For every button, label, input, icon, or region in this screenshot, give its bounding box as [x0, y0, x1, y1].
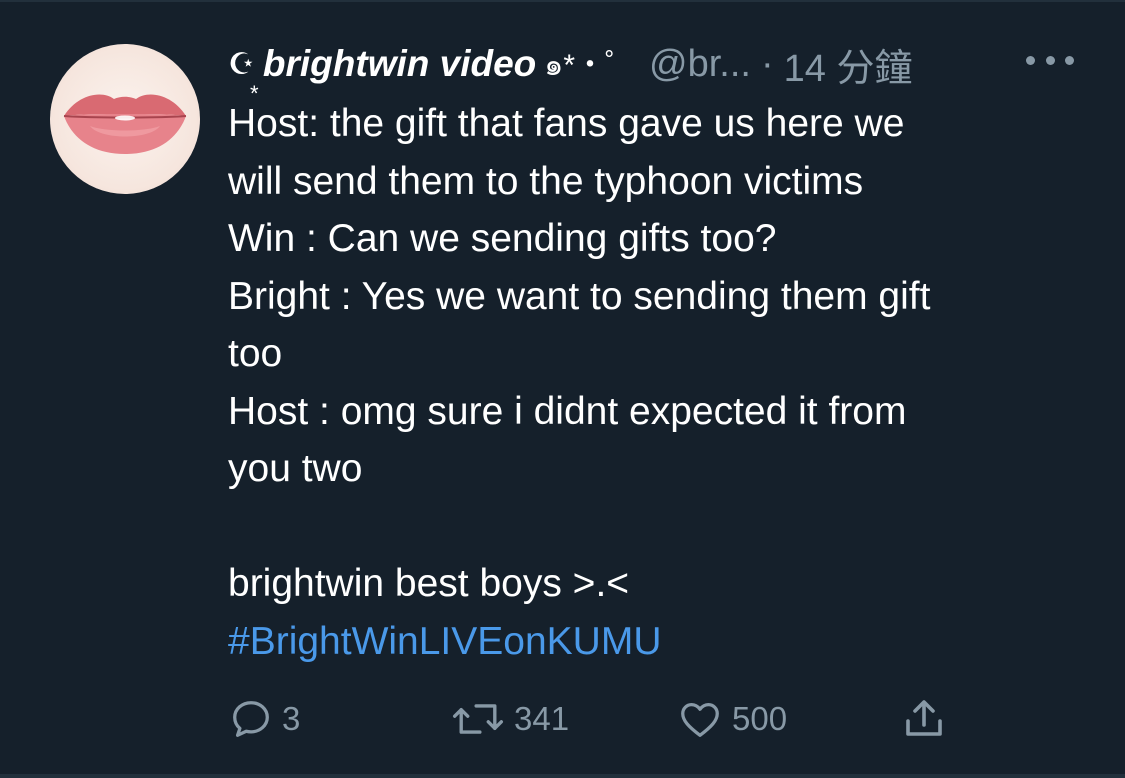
- display-name[interactable]: brightwin video: [263, 43, 536, 85]
- tweet-line: Host: the gift that fans gave us here we: [228, 102, 905, 145]
- reply-icon: [233, 701, 269, 737]
- share-icon: [906, 700, 942, 736]
- reply-button[interactable]: 3: [228, 694, 300, 744]
- more-icon[interactable]: [1026, 40, 1074, 80]
- tweet-line: you two: [228, 447, 363, 490]
- tweet-line: too: [228, 332, 283, 375]
- tweet-actions: 3 341 500: [228, 694, 988, 744]
- like-button[interactable]: 500: [676, 694, 787, 744]
- name-prefix-glyph: ☪︎ *: [228, 47, 259, 106]
- reply-count: 3: [282, 700, 301, 737]
- avatar[interactable]: [50, 44, 200, 194]
- user-handle[interactable]: @br...: [649, 43, 751, 86]
- retweet-icon: [452, 704, 504, 734]
- retweet-button[interactable]: 341: [450, 694, 569, 744]
- tweet-line: Host : omg sure i didnt expected it from: [228, 389, 907, 433]
- retweet-count: 341: [514, 700, 570, 737]
- bottom-divider: [0, 774, 1125, 778]
- timestamp[interactable]: 14 分鐘: [784, 37, 913, 92]
- name-suffix-glyph: ๑*・゜: [544, 48, 636, 82]
- share-button[interactable]: [900, 694, 948, 744]
- separator-dot: ·: [760, 42, 774, 85]
- top-divider: [0, 0, 1125, 2]
- tweet-line: will send them to the typhoon victims: [228, 159, 864, 203]
- tweet-line: Win : Can we sending gifts too?: [228, 217, 777, 260]
- tweet-header: ☪︎ * brightwin video ๑*・゜ @br... · 14 分鐘: [228, 37, 913, 106]
- tweet-text: Host: the gift that fans gave us here we…: [228, 95, 1088, 670]
- tweet-line: brightwin best boys >.<: [228, 562, 630, 605]
- avatar-image: [63, 94, 187, 154]
- like-count: 500: [732, 700, 788, 737]
- tweet-line: Bright : Yes we want to sending them gif…: [228, 274, 931, 318]
- like-icon: [681, 702, 719, 737]
- hashtag-link[interactable]: #BrightWinLIVEonKUMU: [228, 613, 1088, 671]
